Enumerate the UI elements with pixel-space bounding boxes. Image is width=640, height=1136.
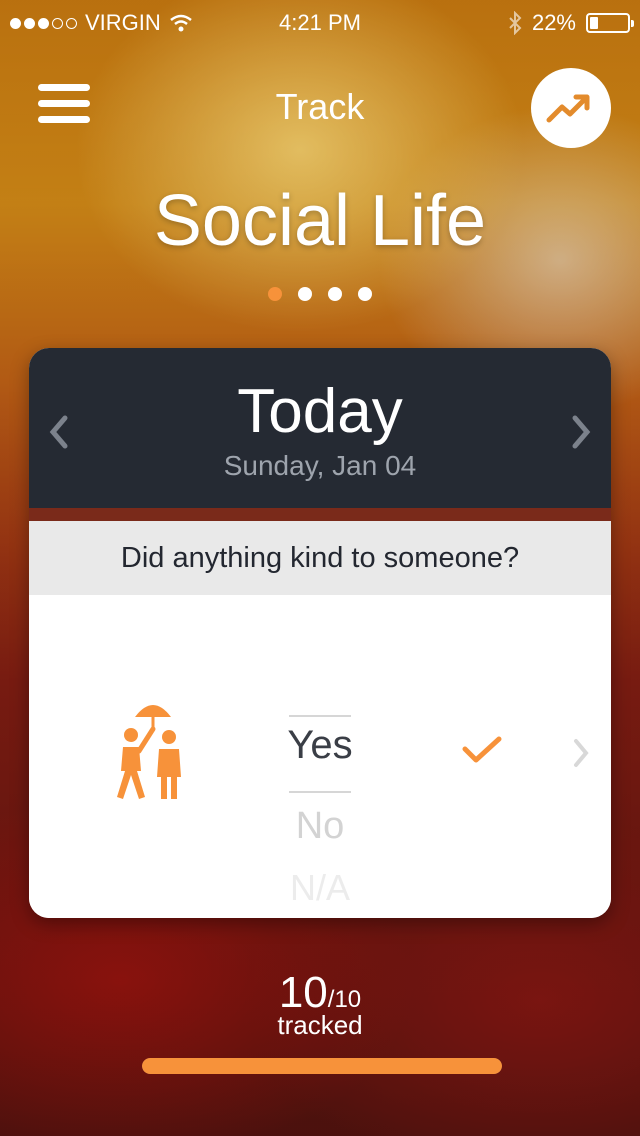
page-dot[interactable] [358,287,372,301]
tracked-label: tracked [277,1010,363,1040]
picker-line-top [289,715,351,717]
status-bar: VIRGIN 4:21 PM 22% [0,0,640,44]
umbrella-people-icon [117,705,181,799]
next-day-button[interactable] [567,412,597,452]
option-yes[interactable]: Yes [269,723,371,768]
day-title: Today [237,377,403,446]
checkmark-icon [462,736,502,763]
trending-up-icon [546,94,590,123]
battery-percent: 22% [531,10,576,35]
progress-bar [142,1058,502,1074]
question-text: Did anything kind to someone? [29,521,611,595]
battery-level [590,17,598,29]
chevron-right-icon [572,415,591,449]
tracking-card: Today Sunday, Jan 04 Did anything kind t… [29,348,611,918]
picker-line-bottom [289,791,351,793]
bluetooth-icon [509,11,522,35]
answer-area: Yes No N/A [29,595,611,918]
date-header: Today Sunday, Jan 04 [29,348,611,508]
chevron-right-icon [574,739,589,767]
trends-button[interactable] [531,68,611,148]
progress-fill [142,1058,502,1074]
date-label: Sunday, Jan 04 [223,450,417,481]
card-divider [29,508,611,521]
option-na[interactable]: N/A [269,867,371,909]
status-right-group: 22% [508,10,634,36]
battery-icon [586,13,634,33]
category-title: Social Life [153,181,487,261]
page-indicator[interactable] [0,287,640,301]
tracked-total: /10 [327,986,362,1013]
option-no[interactable]: No [269,805,371,848]
page-dot[interactable] [298,287,312,301]
next-question-button[interactable] [569,735,593,771]
page-dot[interactable] [268,287,282,301]
page-dot[interactable] [328,287,342,301]
